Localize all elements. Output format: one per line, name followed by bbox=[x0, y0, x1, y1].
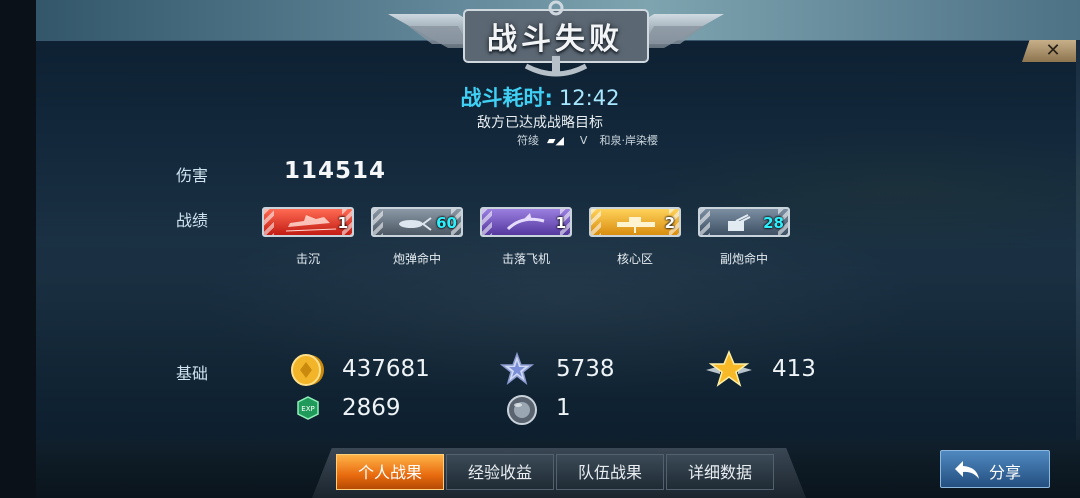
medal-plane-down[interactable]: 1 bbox=[480, 207, 572, 237]
medal-sink-label: 击沉 bbox=[295, 252, 320, 266]
ship-icon bbox=[286, 215, 336, 232]
medal-shell-hit-label: 炮弹命中 bbox=[392, 252, 441, 266]
medal-secondary-hit-count: 28 bbox=[763, 214, 784, 232]
page-title: 战斗失败 bbox=[487, 22, 623, 57]
damage-label: 伤害 bbox=[176, 166, 209, 185]
medal-secondary-hit[interactable]: 28 bbox=[698, 207, 790, 237]
base-label: 基础 bbox=[176, 364, 209, 383]
result-message: 敌方已达成战略目标 bbox=[477, 115, 603, 131]
secondary-gun-icon bbox=[728, 214, 751, 231]
medal-plane-down-label: 击落飞机 bbox=[501, 252, 550, 266]
coins-value: 437681 bbox=[342, 356, 430, 382]
medal-shell-hit[interactable]: 60 bbox=[371, 207, 463, 237]
orb-value: 1 bbox=[556, 395, 571, 421]
tab-exp-earnings[interactable]: 经验收益 bbox=[446, 454, 554, 490]
share-label: 分享 bbox=[989, 463, 1022, 482]
tab-detailed-data[interactable]: 详细数据 bbox=[666, 454, 774, 490]
exp-icon: EXP bbox=[297, 396, 319, 420]
close-button[interactable]: ✕ bbox=[1022, 40, 1076, 62]
player-left: 符绫 bbox=[517, 134, 539, 147]
medal-secondary-hit-label: 副炮命中 bbox=[719, 252, 768, 266]
tab-personal-results[interactable]: 个人战果 bbox=[336, 454, 444, 490]
players-row: 符绫 ▰◢ V 和泉·岸染樱 bbox=[517, 132, 666, 148]
left-edge bbox=[0, 0, 36, 498]
battle-time: 战斗耗时: 12:42 bbox=[0, 82, 1080, 112]
medal-core-zone[interactable]: 2 bbox=[589, 207, 681, 237]
vs-label: V bbox=[579, 134, 588, 147]
share-button[interactable]: 分享 bbox=[940, 450, 1050, 488]
medal-sink[interactable]: 1 bbox=[262, 207, 354, 237]
player-right: 和泉·岸染樱 bbox=[599, 134, 658, 147]
tab-team-results[interactable]: 队伍战果 bbox=[556, 454, 664, 490]
battle-time-label: 战斗耗时: bbox=[460, 86, 553, 110]
core-icon bbox=[617, 217, 655, 233]
medal-shell-hit-count: 60 bbox=[436, 214, 457, 232]
medal-plane-down-count: 1 bbox=[555, 214, 566, 232]
battle-time-value: 12:42 bbox=[558, 86, 620, 110]
rank-chevron-icon: ▰◢ bbox=[547, 134, 564, 147]
gold-star-value: 413 bbox=[772, 356, 816, 382]
shell-icon bbox=[399, 217, 432, 231]
medal-core-zone-count: 2 bbox=[664, 214, 675, 232]
gold-star-wings-icon bbox=[706, 350, 752, 387]
medal-sink-count: 1 bbox=[337, 214, 348, 232]
silver-star-value: 5738 bbox=[556, 356, 615, 382]
gray-orb-icon bbox=[507, 395, 537, 425]
svg-text:EXP: EXP bbox=[301, 405, 314, 413]
plane-icon bbox=[506, 213, 545, 231]
silver-star-icon bbox=[500, 352, 534, 385]
damage-value: 114514 bbox=[284, 158, 387, 184]
record-label: 战绩 bbox=[176, 211, 209, 230]
medal-core-zone-label: 核心区 bbox=[616, 252, 653, 266]
exp-value: 2869 bbox=[342, 395, 401, 421]
share-arrow-icon bbox=[955, 461, 979, 479]
gold-coins-icon bbox=[291, 354, 324, 386]
